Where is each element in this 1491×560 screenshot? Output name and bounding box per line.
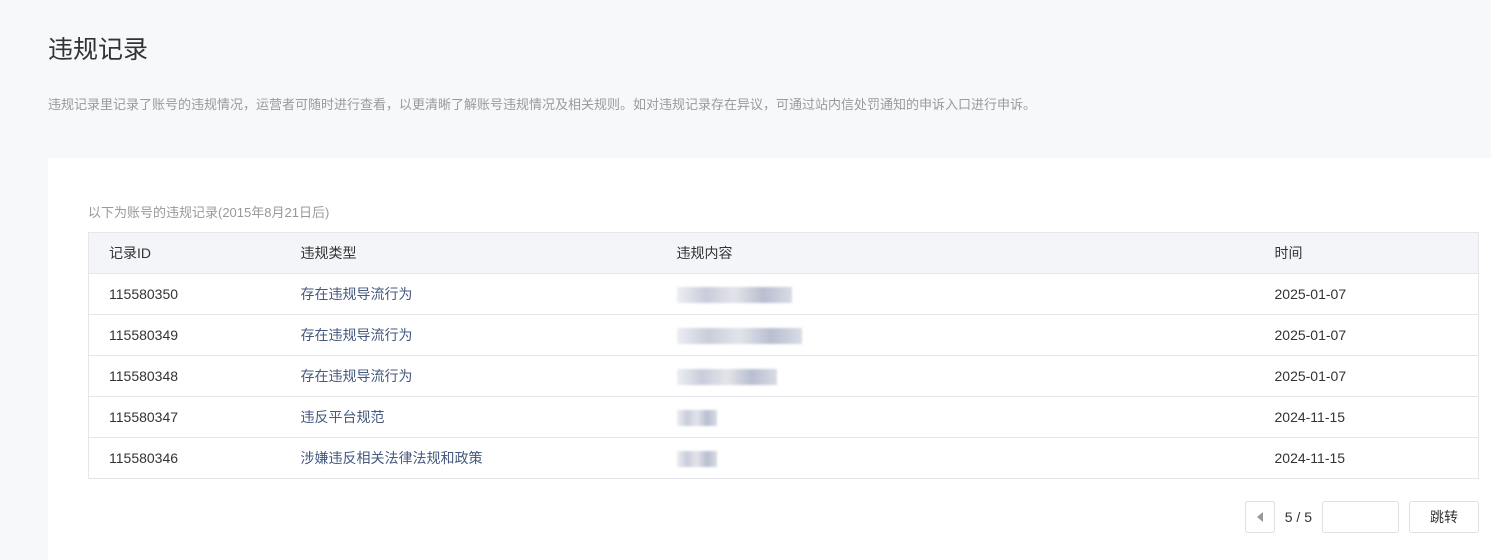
violation-table: 记录ID 违规类型 违规内容 时间 115580350 存在违规导流行为 202…	[88, 232, 1479, 479]
col-content: 违规内容	[676, 232, 1275, 274]
record-id: 115580349	[88, 314, 301, 356]
page-jump-input[interactable]	[1322, 501, 1399, 533]
redacted-content	[676, 286, 792, 303]
table-row: 115580346 涉嫌违反相关法律法规和政策 2024-11-15	[88, 437, 1479, 479]
record-time: 2025-01-07	[1274, 314, 1479, 356]
record-id: 115580347	[88, 396, 301, 438]
table-row: 115580349 存在违规导流行为 2025-01-07	[88, 314, 1479, 356]
caret-left-icon	[1256, 512, 1263, 522]
jump-button[interactable]: 跳转	[1409, 501, 1479, 533]
page-title: 违规记录	[48, 36, 149, 64]
violation-type: 违反平台规范	[300, 396, 677, 438]
record-time: 2024-11-15	[1274, 437, 1479, 479]
records-card: 以下为账号的违规记录(2015年8月21日后) 记录ID 违规类型 违规内容 时…	[48, 158, 1491, 560]
prev-page-button[interactable]	[1244, 501, 1275, 533]
redacted-content	[676, 368, 777, 385]
violation-type: 存在违规导流行为	[300, 355, 677, 397]
pagination: 5 / 5 跳转	[1244, 501, 1479, 533]
record-time: 2025-01-07	[1274, 355, 1479, 397]
record-time: 2025-01-07	[1274, 273, 1479, 315]
table-row: 115580350 存在违规导流行为 2025-01-07	[88, 273, 1479, 315]
table-row: 115580347 违反平台规范 2024-11-15	[88, 396, 1479, 438]
violation-content	[676, 314, 1275, 356]
violation-type: 存在违规导流行为	[300, 314, 677, 356]
violation-type: 存在违规导流行为	[300, 273, 677, 315]
redacted-content	[676, 450, 717, 467]
record-id: 115580350	[88, 273, 301, 315]
col-time: 时间	[1274, 232, 1479, 274]
table-row: 115580348 存在违规导流行为 2025-01-07	[88, 355, 1479, 397]
violation-content	[676, 396, 1275, 438]
records-subtitle: 以下为账号的违规记录(2015年8月21日后)	[88, 205, 330, 220]
col-type: 违规类型	[300, 232, 677, 274]
record-time: 2024-11-15	[1274, 396, 1479, 438]
redacted-content	[676, 327, 802, 344]
violation-content	[676, 437, 1275, 479]
record-id: 115580348	[88, 355, 301, 397]
page-description: 违规记录里记录了账号的违规情况，运营者可随时进行查看，以更清晰了解账号违规情况及…	[48, 97, 1037, 112]
table-header: 记录ID 违规类型 违规内容 时间	[88, 232, 1479, 274]
page-indicator: 5 / 5	[1284, 509, 1312, 525]
violation-content	[676, 355, 1275, 397]
violation-content	[676, 273, 1275, 315]
col-id: 记录ID	[88, 232, 301, 274]
redacted-content	[676, 409, 717, 426]
record-id: 115580346	[88, 437, 301, 479]
violation-type: 涉嫌违反相关法律法规和政策	[300, 437, 677, 479]
